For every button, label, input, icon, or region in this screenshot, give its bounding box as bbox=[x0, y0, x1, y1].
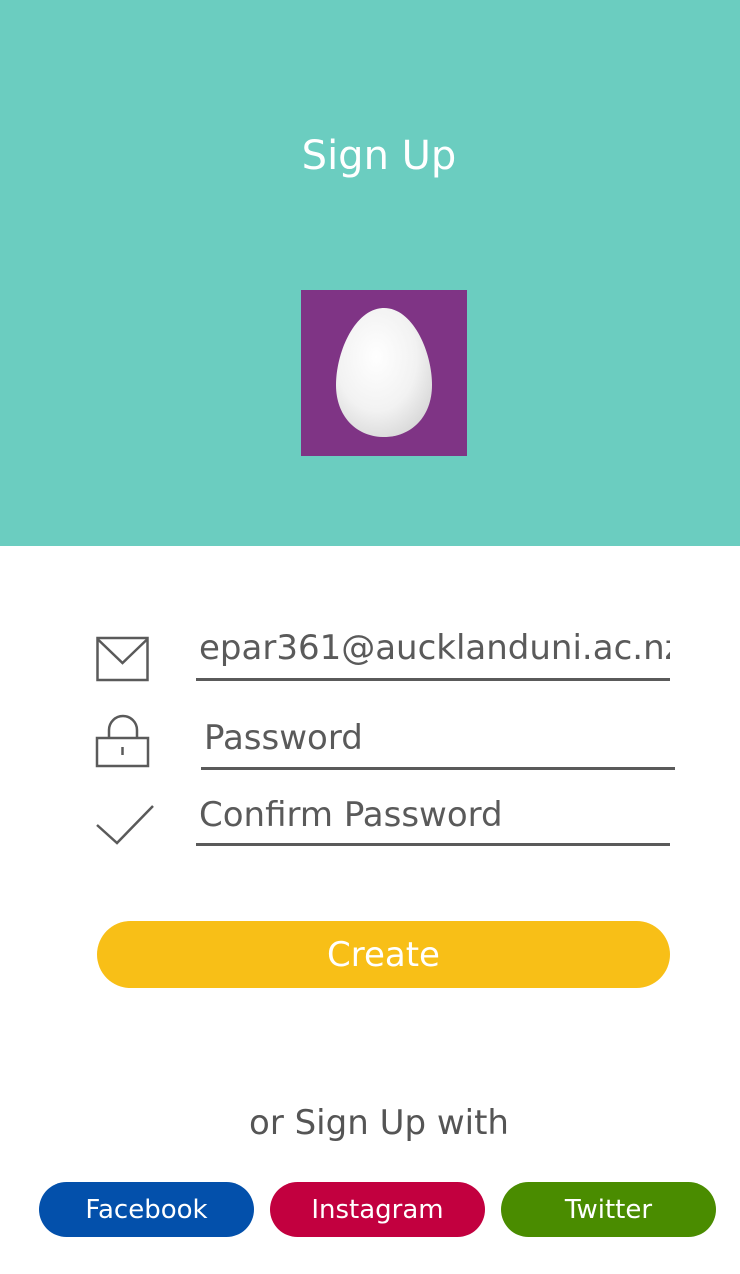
avatar[interactable] bbox=[301, 290, 467, 456]
facebook-button[interactable]: Facebook bbox=[39, 1182, 254, 1237]
egg-avatar-icon bbox=[301, 290, 467, 456]
twitter-button[interactable]: Twitter bbox=[501, 1182, 716, 1237]
envelope-icon bbox=[96, 636, 149, 682]
page-title: Sign Up bbox=[301, 133, 457, 179]
confirm-password-field[interactable] bbox=[196, 790, 670, 846]
create-button[interactable]: Create bbox=[97, 921, 670, 988]
email-field[interactable] bbox=[196, 621, 670, 681]
instagram-button[interactable]: Instagram bbox=[270, 1182, 485, 1237]
padlock-icon bbox=[95, 714, 150, 768]
header: Sign Up bbox=[0, 0, 740, 546]
password-field[interactable] bbox=[201, 712, 675, 770]
social-signup-prompt: or Sign Up with bbox=[249, 1103, 509, 1143]
checkmark-icon bbox=[96, 805, 154, 845]
